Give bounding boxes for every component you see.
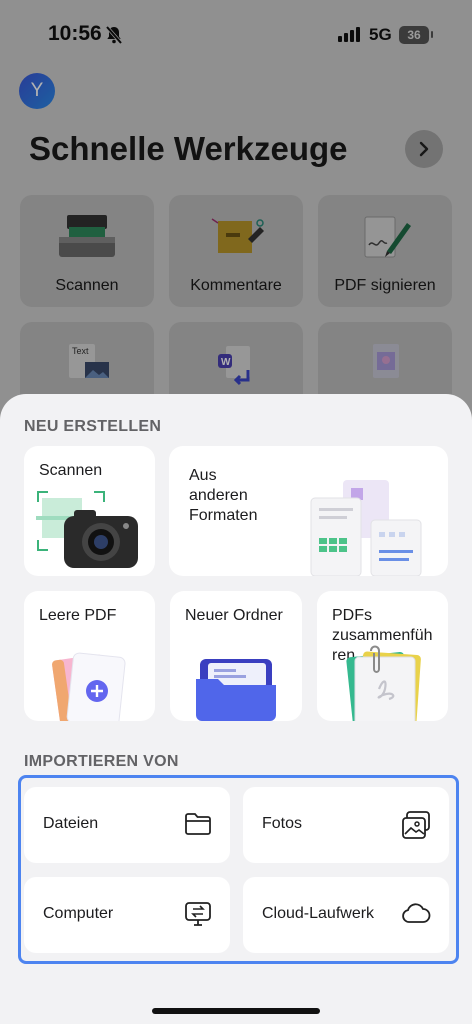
camera-icon: [36, 491, 138, 568]
create-merge-pdf-card[interactable]: PDFs zusammenfüh ren: [317, 591, 448, 721]
import-files-card[interactable]: Dateien: [24, 787, 230, 863]
home-indicator[interactable]: [152, 1008, 320, 1014]
import-label: Cloud-Laufwerk: [262, 905, 375, 922]
import-label: Computer: [43, 905, 114, 922]
documents-formats-icon: [310, 480, 422, 576]
photos-icon: [402, 811, 430, 839]
section-title-new: NEU ERSTELLEN: [24, 418, 162, 435]
create-label: Leere PDF: [39, 607, 117, 624]
cloud-icon: [402, 903, 431, 923]
create-label: Aus anderen Formaten: [189, 467, 258, 524]
import-computer-card[interactable]: Computer: [24, 877, 230, 953]
import-label: Dateien: [43, 815, 99, 832]
create-label: Neuer Ordner: [185, 607, 283, 624]
create-from-formats-card[interactable]: Aus anderen Formaten: [169, 446, 448, 576]
merge-pdf-icon: [346, 645, 421, 721]
section-title-import: IMPORTIEREN VON: [24, 753, 179, 770]
create-new-folder-card[interactable]: Neuer Ordner: [170, 591, 302, 721]
create-label: Scannen: [39, 462, 103, 479]
create-scannen-card[interactable]: Scannen: [24, 446, 155, 576]
import-photos-card[interactable]: Fotos: [243, 787, 449, 863]
import-label: Fotos: [262, 815, 303, 832]
computer-transfer-icon: [185, 902, 211, 926]
create-blank-pdf-card[interactable]: Leere PDF: [24, 591, 155, 721]
folder-outline-icon: [185, 813, 211, 835]
import-cloud-card[interactable]: Cloud-Laufwerk: [243, 877, 449, 953]
blank-pdf-icon: [52, 652, 126, 721]
folder-icon: [196, 659, 276, 721]
